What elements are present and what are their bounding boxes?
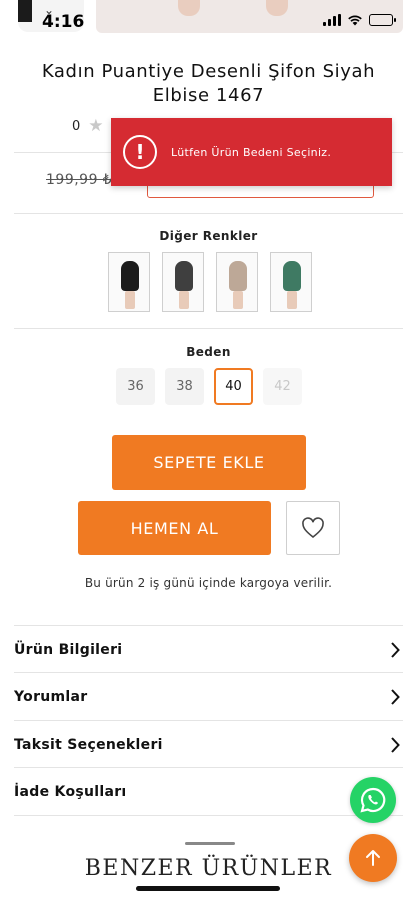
size-option-42: 42 [263, 368, 302, 405]
arrow-up-icon [366, 850, 380, 866]
add-to-cart-button[interactable]: SEPETE EKLE [112, 435, 306, 490]
whatsapp-button[interactable] [350, 777, 396, 823]
accordion-return-policy[interactable]: İade Koşulları [14, 767, 403, 815]
other-colors-label: Diğer Renkler [159, 229, 258, 243]
heart-icon [302, 517, 324, 539]
divider [14, 328, 403, 329]
status-icons [323, 14, 396, 26]
accordion-label: İade Koşulları [14, 783, 127, 800]
size-option-38[interactable]: 38 [165, 368, 204, 405]
status-bar: ⌄ 4:16 [0, 0, 417, 36]
divider [14, 815, 403, 816]
buy-now-button[interactable]: HEMEN AL [78, 501, 271, 555]
toast-message: Lütfen Ürün Bedeni Seçiniz. [171, 145, 332, 159]
wifi-icon [348, 15, 362, 26]
battery-icon [369, 14, 396, 26]
signal-icon [323, 14, 341, 26]
accordion-installments[interactable]: Taksit Seçenekleri [14, 720, 403, 768]
color-swatch-fume[interactable] [162, 252, 204, 312]
color-swatch-bej[interactable] [216, 252, 258, 312]
alert-icon: ! [123, 135, 157, 169]
whatsapp-icon [360, 787, 386, 813]
accordion-label: Ürün Bilgileri [14, 641, 123, 658]
chevron-right-icon [387, 736, 403, 753]
size-options: 36 38 40 42 [116, 368, 302, 405]
section-handle [185, 842, 235, 845]
size-option-40[interactable]: 40 [214, 368, 253, 405]
accordion-product-info[interactable]: Ürün Bilgileri [14, 625, 403, 673]
divider [14, 213, 403, 214]
home-indicator [136, 886, 280, 891]
chevron-right-icon [387, 641, 403, 658]
old-price: 199,99 ₺ [46, 172, 113, 188]
scroll-to-top-button[interactable] [349, 834, 397, 882]
rating-summary[interactable]: 0 ★ [72, 116, 104, 136]
star-icon: ★ [88, 116, 104, 136]
chevron-right-icon [387, 688, 403, 705]
accordion-label: Taksit Seçenekleri [14, 736, 163, 753]
accordion-reviews[interactable]: Yorumlar [14, 672, 403, 720]
shipping-note: Bu ürün 2 iş günü içinde kargoya verilir… [84, 576, 333, 590]
product-title: Kadın Puantiye Desenli Şifon Siyah Elbis… [41, 61, 376, 106]
status-time: 4:16 [42, 12, 85, 32]
size-option-36[interactable]: 36 [116, 368, 155, 405]
accordion-label: Yorumlar [14, 688, 88, 705]
rating-count: 0 [72, 118, 81, 134]
color-swatch-yesil[interactable] [270, 252, 312, 312]
error-toast[interactable]: ! Lütfen Ürün Bedeni Seçiniz. [111, 118, 392, 186]
size-label: Beden [186, 345, 231, 359]
color-swatch-siyah[interactable] [108, 252, 150, 312]
color-options [108, 252, 312, 312]
favorite-button[interactable] [286, 501, 340, 555]
